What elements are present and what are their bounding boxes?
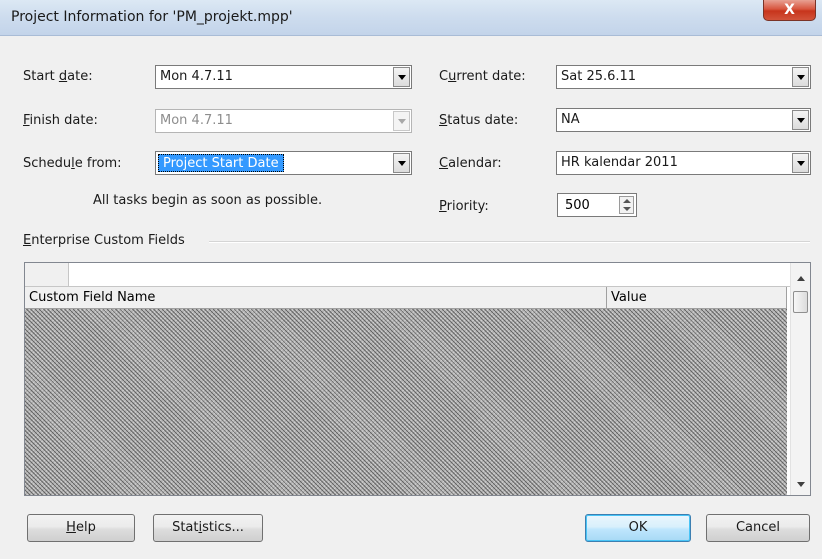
calendar-label: Calendar: (439, 156, 502, 171)
current-date-combo[interactable]: Sat 25.6.11 (556, 65, 811, 89)
scroll-down-icon[interactable] (797, 482, 805, 487)
finish-date-combo: Mon 4.7.11 (155, 109, 412, 133)
group-divider (209, 241, 810, 243)
finish-date-value: Mon 4.7.11 (160, 113, 233, 128)
dropdown-arrow-icon[interactable] (792, 67, 809, 87)
close-icon: X (784, 2, 795, 18)
start-date-label: Start date: (23, 69, 93, 84)
dropdown-arrow-icon[interactable] (393, 67, 410, 87)
grid-header: Custom Field Name Value (25, 287, 787, 309)
start-date-value: Mon 4.7.11 (160, 69, 233, 84)
dropdown-arrow-icon[interactable] (792, 110, 809, 130)
grid-vertical-scrollbar[interactable] (790, 263, 810, 495)
dropdown-arrow-icon[interactable] (792, 153, 809, 173)
priority-label: Priority: (439, 199, 489, 214)
current-date-value: Sat 25.6.11 (561, 69, 637, 84)
column-header-name[interactable]: Custom Field Name (25, 287, 607, 308)
grid-corner-cell (25, 263, 69, 287)
cancel-button[interactable]: Cancel (706, 514, 810, 542)
schedule-note: All tasks begin as soon as possible. (93, 193, 323, 208)
spinner-down-icon[interactable] (623, 207, 631, 211)
priority-value: 500 (565, 198, 590, 213)
window-title: Project Information for 'PM_projekt.mpp' (11, 9, 293, 25)
spinner-up-icon[interactable] (623, 199, 631, 203)
ok-button[interactable]: OK (585, 514, 691, 542)
schedule-from-value: Project Start Date (158, 154, 284, 172)
grid-body-empty (25, 309, 787, 495)
schedule-from-combo[interactable]: Project Start Date (155, 151, 412, 175)
close-button[interactable]: X (763, 0, 816, 21)
scroll-up-icon[interactable] (797, 276, 805, 281)
enterprise-fields-grid[interactable]: Custom Field Name Value (24, 262, 811, 496)
schedule-from-label: Schedule from: (23, 156, 122, 171)
current-date-label: Current date: (439, 69, 526, 84)
calendar-value: HR kalendar 2011 (561, 155, 678, 170)
title-bar: Project Information for 'PM_projekt.mpp'… (0, 0, 822, 36)
start-date-combo[interactable]: Mon 4.7.11 (155, 65, 412, 89)
status-date-value: NA (561, 112, 580, 127)
scroll-thumb[interactable] (793, 291, 808, 313)
status-date-combo[interactable]: NA (556, 108, 811, 132)
priority-spinner[interactable]: 500 (557, 193, 637, 217)
help-button[interactable]: Help (27, 514, 135, 542)
status-date-label: Status date: (439, 113, 519, 128)
statistics-button[interactable]: Statistics... (153, 514, 263, 542)
column-header-value[interactable]: Value (607, 287, 787, 308)
enterprise-group-label: Enterprise Custom Fields (23, 233, 185, 248)
calendar-combo[interactable]: HR kalendar 2011 (556, 151, 811, 175)
spinner-buttons[interactable] (619, 196, 634, 214)
finish-date-label: Finish date: (23, 113, 98, 128)
dropdown-arrow-icon[interactable] (393, 153, 410, 173)
dropdown-arrow-icon (393, 111, 410, 131)
grid-edit-bar[interactable] (69, 263, 791, 287)
